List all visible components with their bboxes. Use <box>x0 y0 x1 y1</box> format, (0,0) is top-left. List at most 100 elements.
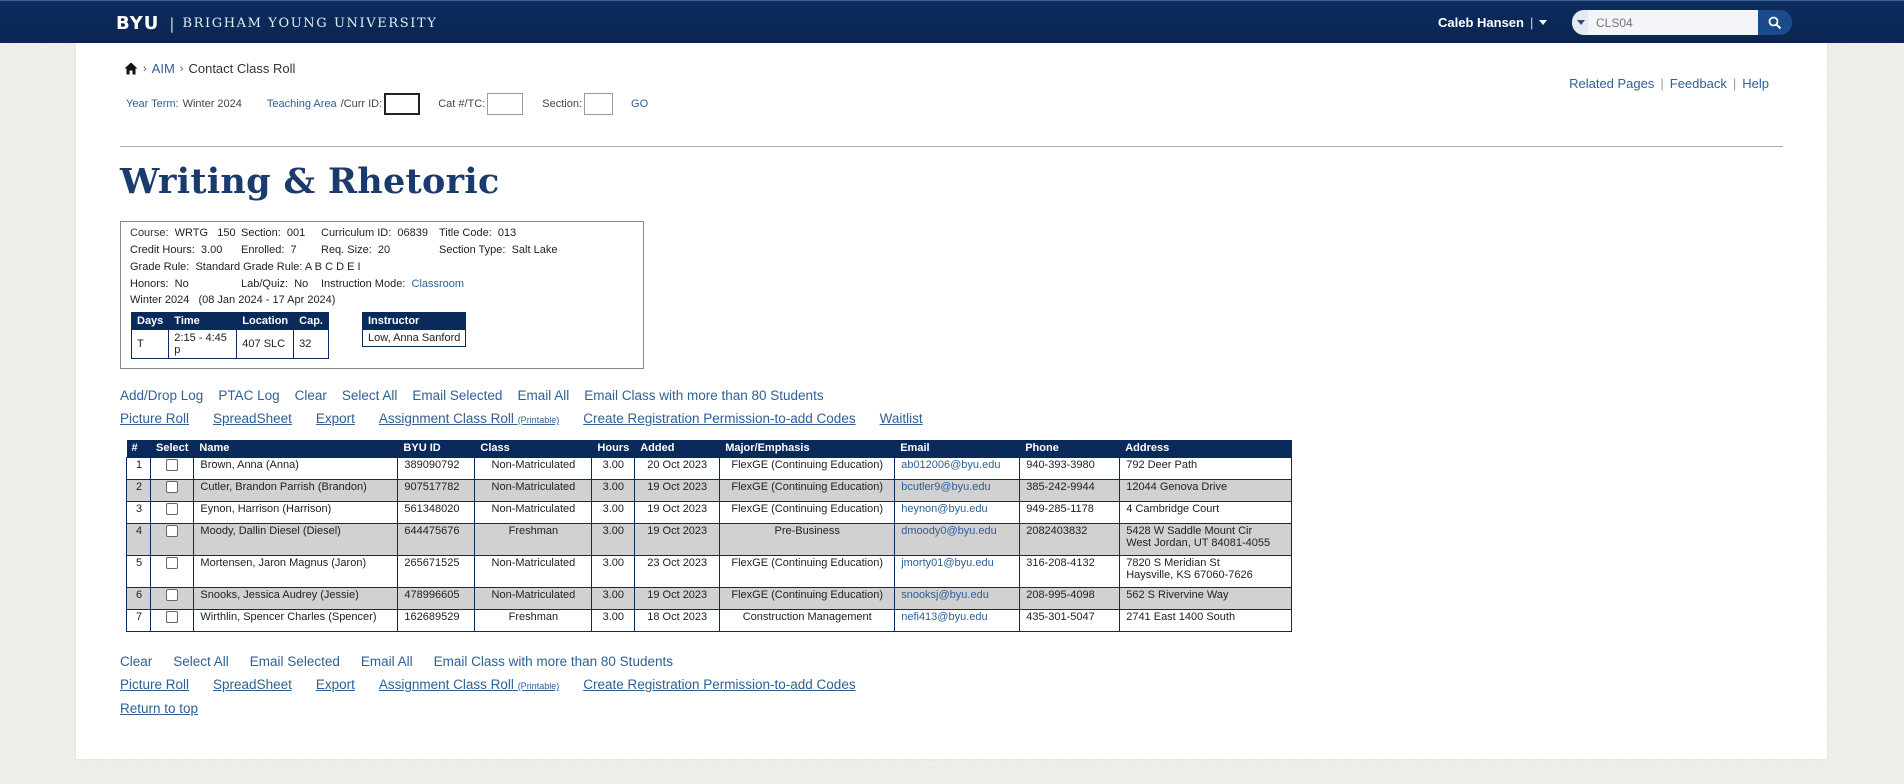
export-link[interactable]: Export <box>316 677 355 692</box>
section-type-label: Section Type: <box>439 244 506 256</box>
class-roster-table: # Select Name BYU ID Class Hours Added M… <box>126 440 1293 632</box>
row-number: 1 <box>126 456 151 480</box>
year-term-label[interactable]: Year Term: <box>126 98 179 110</box>
email-all-link[interactable]: Email All <box>361 654 413 669</box>
email-cell: heynon@byu.edu <box>894 500 1021 524</box>
student-class: Non-Matriculated <box>474 500 593 524</box>
select-cell <box>149 608 195 632</box>
req-label: Req. Size: <box>321 244 372 256</box>
ptac-log-link[interactable]: PTAC Log <box>218 388 279 403</box>
select-checkbox[interactable] <box>166 610 179 623</box>
course-info-box: Course: WRTG 150 Section: 001 Curriculum… <box>120 221 644 369</box>
picture-roll-link[interactable]: Picture Roll <box>120 411 189 426</box>
address-line-1: 12044 Genova Drive <box>1126 480 1228 493</box>
email-all-link[interactable]: Email All <box>517 388 569 403</box>
select-checkbox[interactable] <box>166 556 179 569</box>
feedback-link[interactable]: Feedback <box>1670 76 1727 91</box>
related-pages-link[interactable]: Related Pages <box>1569 76 1654 91</box>
breadcrumb-separator: › <box>179 62 184 75</box>
email-selected-link[interactable]: Email Selected <box>412 388 502 403</box>
student-name: Brown, Anna (Anna) <box>193 456 399 480</box>
main-panel: › AIM › Contact Class Roll Year Term: Wi… <box>76 43 1827 759</box>
student-byu-id: 644475676 <box>397 522 476 556</box>
breadcrumb-aim[interactable]: AIM <box>152 61 175 76</box>
address-line-1: 792 Deer Path <box>1126 458 1198 471</box>
student-email-link[interactable]: jmorty01@byu.edu <box>901 557 994 569</box>
address-line-2: Haysville, KS 67060-7626 <box>1126 568 1253 581</box>
select-checkbox[interactable] <box>166 588 179 601</box>
select-cell <box>149 456 195 480</box>
byu-brand[interactable]: BYU | BRIGHAM YOUNG UNIVERSITY <box>116 13 437 34</box>
select-checkbox[interactable] <box>166 524 179 537</box>
student-byu-id: 478996605 <box>397 586 476 610</box>
cat-tc-field[interactable] <box>487 93 524 115</box>
email-selected-link[interactable]: Email Selected <box>250 654 340 669</box>
assignment-label: Assignment Class Roll <box>378 677 514 692</box>
create-codes-link[interactable]: Create Registration Permission-to-add Co… <box>583 677 855 692</box>
student-email-link[interactable]: snooksj@byu.edu <box>901 589 989 601</box>
spreadsheet-link[interactable]: SpreadSheet <box>213 411 292 426</box>
student-email-link[interactable]: heynon@byu.edu <box>901 503 987 515</box>
search-input[interactable] <box>1588 10 1758 35</box>
student-address: 562 S Rivervine Way <box>1119 586 1293 610</box>
search-box <box>1572 10 1792 35</box>
student-class: Non-Matriculated <box>474 456 593 480</box>
student-email-link[interactable]: nefi413@byu.edu <box>901 611 987 623</box>
row-number: 3 <box>126 500 151 524</box>
student-name: Wirthlin, Spencer Charles (Spencer) <box>193 608 399 632</box>
select-checkbox[interactable] <box>166 480 179 493</box>
student-name: Moody, Dallin Diesel (Diesel) <box>193 522 399 556</box>
instruction-mode-link[interactable]: Classroom <box>412 278 465 290</box>
row-number: 6 <box>126 586 151 610</box>
clear-link[interactable]: Clear <box>120 654 152 669</box>
credit-value: 3.00 <box>200 244 223 256</box>
home-icon[interactable] <box>124 62 138 75</box>
return-to-top-link[interactable]: Return to top <box>120 701 198 716</box>
student-email-link[interactable]: bcutler9@byu.edu <box>901 481 990 493</box>
student-hours: 3.00 <box>591 456 636 480</box>
email-large-class-link[interactable]: Email Class with more than 80 Students <box>434 654 673 669</box>
go-button[interactable]: GO <box>631 98 648 110</box>
cat-tc-label: Cat #/TC: <box>438 98 486 110</box>
breadcrumb-current: Contact Class Roll <box>188 61 296 76</box>
table-row: 2 Cutler, Brandon Parrish (Brandon) 9075… <box>126 478 1293 502</box>
address-line-1: 2741 East 1400 South <box>1126 610 1236 623</box>
select-checkbox[interactable] <box>166 502 179 515</box>
student-added: 19 Oct 2023 <box>634 522 721 556</box>
select-all-link[interactable]: Select All <box>173 654 229 669</box>
user-menu[interactable]: Caleb Hansen | <box>1438 15 1548 30</box>
student-hours: 3.00 <box>591 500 636 524</box>
student-byu-id: 561348020 <box>397 500 476 524</box>
email-large-class-link[interactable]: Email Class with more than 80 Students <box>584 388 823 403</box>
assignment-class-roll-link[interactable]: Assignment Class Roll (Printable) <box>379 411 559 426</box>
export-link[interactable]: Export <box>316 411 355 426</box>
waitlist-link[interactable]: Waitlist <box>880 411 923 426</box>
address-line-1: 7820 S Meridian St <box>1126 556 1220 569</box>
select-checkbox[interactable] <box>166 458 179 471</box>
create-codes-link[interactable]: Create Registration Permission-to-add Co… <box>583 411 855 426</box>
printable-label: (Printable) <box>517 415 560 425</box>
teaching-area-link[interactable]: Teaching Area <box>267 98 337 110</box>
section-type-info: Section Type: Salt Lake <box>439 244 557 256</box>
table-row: 5 Mortensen, Jaron Magnus (Jaron) 265671… <box>126 554 1293 588</box>
picture-roll-link[interactable]: Picture Roll <box>120 677 189 692</box>
spreadsheet-link[interactable]: SpreadSheet <box>213 677 292 692</box>
help-link[interactable]: Help <box>1742 76 1769 91</box>
select-all-link[interactable]: Select All <box>342 388 398 403</box>
clear-link[interactable]: Clear <box>295 388 327 403</box>
assignment-class-roll-link[interactable]: Assignment Class Roll (Printable) <box>379 677 559 692</box>
student-email-link[interactable]: ab012006@byu.edu <box>901 459 1000 471</box>
student-phone: 940-393-3980 <box>1019 456 1121 480</box>
section-field[interactable] <box>584 93 614 115</box>
select-cell <box>149 500 195 524</box>
honors-info: Honors: No <box>130 278 189 290</box>
student-email-link[interactable]: dmoody0@byu.edu <box>901 525 997 537</box>
search-button[interactable] <box>1758 10 1792 35</box>
student-phone: 385-242-9944 <box>1019 478 1121 502</box>
curr-id-field[interactable] <box>384 93 421 115</box>
brand-separator: | <box>169 14 175 33</box>
year-term-value: Winter 2024 <box>182 98 242 110</box>
breadcrumb-separator: › <box>143 62 147 75</box>
add-drop-log-link[interactable]: Add/Drop Log <box>120 388 203 403</box>
student-address: 5428 W Saddle Mount Cir West Jordan, UT 8… <box>1119 522 1293 556</box>
